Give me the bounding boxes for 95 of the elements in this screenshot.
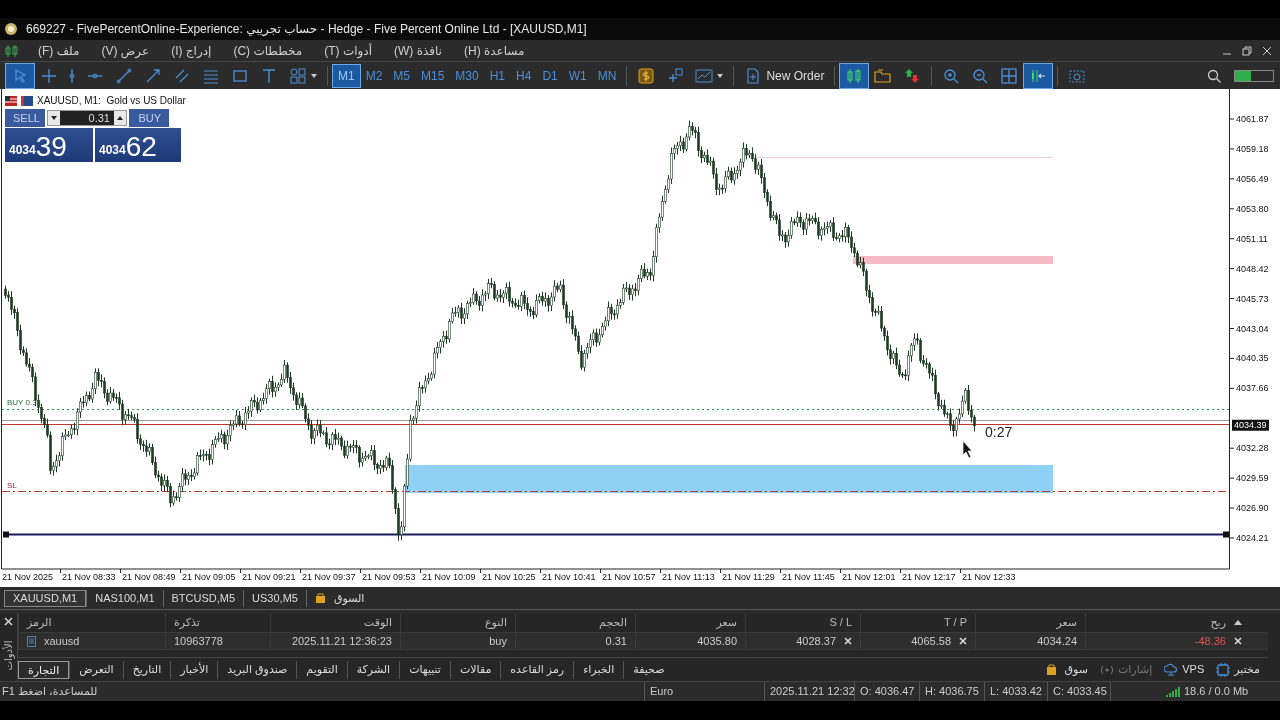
chart-title: XAUUSD, M1: Gold vs US Dollar bbox=[37, 94, 186, 108]
menu-item[interactable]: مخططات (C) bbox=[223, 41, 313, 60]
time-label: 21 Nov 11:13 bbox=[662, 572, 715, 582]
terminal-tab[interactable]: صحيفة bbox=[623, 660, 674, 679]
timeframe-tab[interactable]: M15 bbox=[416, 64, 450, 87]
table-cell-text: 4065.58 bbox=[911, 633, 951, 649]
help-text: للمساعدة، اضغط F1 bbox=[1, 684, 99, 700]
time-label: 21 Nov 08:33 bbox=[62, 572, 116, 582]
panel-button[interactable]: مختبر bbox=[1216, 661, 1260, 678]
terminal-tab[interactable]: رمز القاعده bbox=[500, 660, 574, 679]
status-field: O: 4036.47 bbox=[854, 682, 919, 701]
terminal-tab[interactable]: الخبراء bbox=[573, 660, 624, 679]
panel-button[interactable]: VPS bbox=[1164, 661, 1205, 678]
countdown-label: 0:27 bbox=[985, 424, 1013, 440]
time-label: 21 Nov 12:01 bbox=[842, 572, 896, 582]
time-label: 21 Nov 11:45 bbox=[782, 572, 835, 582]
table-cell-text: xauusd bbox=[44, 633, 80, 649]
toolbox-label[interactable]: الأدوات bbox=[1, 640, 16, 671]
timeframe-tab[interactable]: M1 bbox=[333, 64, 360, 87]
terminal-tab[interactable]: الأخبار bbox=[170, 660, 218, 679]
sell-price-button[interactable]: 403439 bbox=[5, 128, 93, 162]
status-field: Euro bbox=[644, 682, 764, 701]
time-label: 21 Nov 11:29 bbox=[722, 572, 775, 582]
terminal-tab[interactable]: التجارة bbox=[18, 660, 70, 679]
price-label: 4051.11 bbox=[1236, 233, 1268, 244]
sell-button[interactable]: SELL bbox=[5, 109, 45, 127]
price-label: 4048.42 bbox=[1236, 263, 1269, 274]
menu-item[interactable]: نافذة (W) bbox=[384, 41, 452, 60]
terminal-tab[interactable]: مقالات bbox=[449, 660, 501, 679]
price-label: 4059.18 bbox=[1236, 143, 1269, 154]
timeframe-tab[interactable]: MN bbox=[592, 64, 622, 87]
buy-price-button[interactable]: 403462 bbox=[95, 128, 181, 162]
timeframe-tab[interactable]: D1 bbox=[537, 64, 563, 87]
timeframe-tab[interactable]: H1 bbox=[484, 64, 511, 87]
table-cell-text: buy bbox=[489, 633, 507, 649]
price-label: 4029.59 bbox=[1236, 473, 1269, 484]
time-label: 21 Nov 12:17 bbox=[902, 572, 956, 582]
status-field: H: 4036.75 bbox=[919, 682, 984, 701]
price-label: 4032.28 bbox=[1236, 443, 1269, 454]
time-label: 21 Nov 09:53 bbox=[362, 572, 416, 582]
menu-item[interactable]: عرض (V) bbox=[91, 41, 160, 60]
timeframe-tab[interactable]: M5 bbox=[388, 64, 415, 87]
table-cell-text: 2025.11.21 12:36:23 bbox=[291, 633, 392, 649]
menu-item[interactable]: أدوات (T) bbox=[314, 41, 382, 60]
terminal-tab[interactable]: التقويم bbox=[296, 660, 347, 679]
table-cell-text: 4028.37 bbox=[796, 633, 836, 649]
price-label: 4045.73 bbox=[1236, 293, 1269, 304]
status-field: C: 4033.45 bbox=[1047, 682, 1110, 701]
menu-item[interactable]: إدراج (I) bbox=[161, 41, 222, 60]
time-label: 21 Nov 09:37 bbox=[302, 572, 356, 582]
price-label: 4026.90 bbox=[1236, 503, 1269, 514]
terminal-tab[interactable]: الشركة bbox=[346, 660, 400, 679]
table-cell-text: 4035.80 bbox=[697, 633, 737, 649]
chart-tab[interactable]: السوق bbox=[305, 589, 373, 607]
terminal-tab[interactable]: التاريخ bbox=[122, 660, 171, 679]
menu-item[interactable]: ملف (F) bbox=[28, 41, 90, 60]
chart-tab[interactable]: XAUUSD,M1 bbox=[4, 589, 87, 607]
table-cell-text: 4034.24 bbox=[1037, 633, 1077, 649]
time-label: 21 Nov 09:21 bbox=[242, 572, 296, 582]
price-label: 4043.04 bbox=[1236, 323, 1269, 334]
terminal-tab[interactable]: تنبيهات bbox=[399, 660, 450, 679]
current-price-tag: 4034.39 bbox=[1232, 419, 1269, 431]
table-cell-text: -48.36 bbox=[1194, 633, 1226, 649]
price-label: 4040.35 bbox=[1236, 353, 1269, 364]
memory-usage: 18.6 / 0.0 Mb bbox=[1183, 684, 1250, 700]
time-label: 21 Nov 10:57 bbox=[602, 572, 656, 582]
table-cell-text: 0.31 bbox=[605, 633, 627, 649]
timeframe-tab[interactable]: M2 bbox=[360, 64, 388, 87]
time-label: 21 Nov 10:41 bbox=[542, 572, 596, 582]
price-label: 4056.49 bbox=[1236, 173, 1269, 184]
new-order-button[interactable]: New Order bbox=[739, 63, 830, 88]
status-field: 2025.11.21 12:32 bbox=[764, 682, 854, 701]
terminal-tab[interactable]: صندوق البريد bbox=[217, 660, 297, 679]
timeframe-tab[interactable]: M30 bbox=[450, 64, 484, 87]
window-title: 669227 - FivePercentOnline-Experience: حساب تجريبي - Hedge - Five Percent Online Ltd - [XAUUSD,M1] bbox=[26, 21, 587, 38]
panel-button[interactable]: سوق bbox=[1046, 661, 1088, 678]
level-label: SL bbox=[7, 481, 17, 490]
time-label: 21 Nov 08:49 bbox=[122, 572, 176, 582]
chart-tab[interactable]: BTCUSD,M5 bbox=[162, 589, 244, 607]
chart-tab[interactable]: US30,M5 bbox=[243, 589, 306, 607]
table-cell-text: 10963778 bbox=[174, 633, 223, 649]
time-label: 21 Nov 10:25 bbox=[482, 572, 536, 582]
timeframe-tab[interactable]: W1 bbox=[563, 64, 592, 87]
price-label: 4024.21 bbox=[1236, 533, 1269, 543]
status-field: L: 4033.42 bbox=[984, 682, 1047, 701]
time-label: 21 Nov 12:33 bbox=[962, 572, 1016, 582]
price-label: 4053.80 bbox=[1236, 203, 1269, 214]
menu-item[interactable]: مساعدة (H) bbox=[453, 41, 535, 60]
time-label: 21 Nov 09:05 bbox=[182, 572, 236, 582]
buy-button[interactable]: BUY bbox=[129, 109, 169, 127]
time-label: 21 Nov 2025 bbox=[2, 572, 54, 582]
price-label: 4061.87 bbox=[1236, 114, 1269, 124]
time-label: 21 Nov 10:09 bbox=[422, 572, 476, 582]
price-label: 4037.66 bbox=[1236, 383, 1269, 394]
timeframe-tab[interactable]: H4 bbox=[511, 64, 537, 87]
